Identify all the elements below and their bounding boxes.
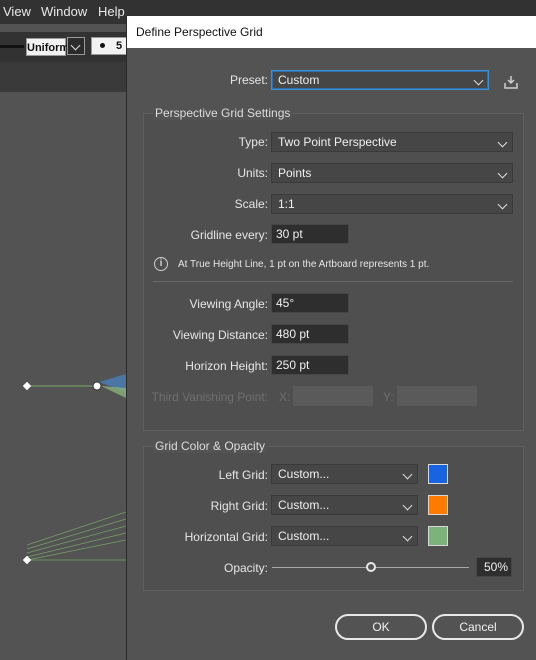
- ground-level-widget: [22, 555, 32, 565]
- left-ground-widget: [22, 381, 32, 391]
- grid-color-opacity-title: Grid Color & Opacity: [153, 439, 268, 453]
- horizontal-grid-color-swatch[interactable]: [428, 526, 448, 546]
- chevron-down-icon: [402, 469, 413, 480]
- preset-label: Preset:: [229, 73, 268, 87]
- brush-size-value: 5: [116, 40, 123, 52]
- third-vp-y-label: Y:: [383, 390, 394, 404]
- right-grid-select[interactable]: Custom...: [271, 495, 418, 515]
- chevron-down-icon: [402, 531, 413, 542]
- perspective-grid-settings-group: [143, 113, 524, 431]
- type-value: Two Point Perspective: [278, 135, 397, 149]
- horizon-height-label: Horizon Height:: [185, 359, 268, 373]
- chevron-down-icon: [497, 168, 508, 179]
- scale-label: Scale:: [234, 197, 268, 211]
- opacity-label: Opacity:: [223, 561, 268, 575]
- chevron-down-icon: [402, 500, 413, 511]
- type-select[interactable]: Two Point Perspective: [271, 132, 513, 152]
- save-preset-icon[interactable]: [503, 74, 519, 90]
- right-grid-value: Custom...: [278, 498, 330, 512]
- preset-value: Custom: [278, 73, 320, 87]
- type-label: Type:: [238, 135, 268, 149]
- stroke-preview: [0, 45, 24, 48]
- third-vp-x-field: [293, 386, 373, 406]
- brush-size-field[interactable]: 5: [91, 37, 131, 55]
- brush-dot-icon: [100, 43, 105, 48]
- horizon-height-field[interactable]: 250 pt: [271, 355, 349, 375]
- gridline-every-label: Gridline every:: [190, 228, 268, 242]
- left-grid-color-swatch[interactable]: [428, 464, 448, 484]
- units-value: Points: [278, 166, 312, 180]
- menu-window[interactable]: Window: [41, 4, 87, 19]
- chevron-down-icon: [497, 137, 508, 148]
- dialog-title: Define Perspective Grid: [136, 25, 263, 39]
- viewing-angle-field[interactable]: 45°: [271, 293, 349, 313]
- chevron-down-icon: [473, 75, 484, 86]
- opacity-slider-thumb[interactable]: [365, 562, 376, 572]
- right-grid-color-swatch[interactable]: [428, 495, 448, 515]
- left-grid-select[interactable]: Custom...: [271, 464, 418, 484]
- viewing-distance-field[interactable]: 480 pt: [271, 324, 349, 344]
- true-height-info-text: At True Height Line, 1 pt on the Artboar…: [178, 259, 430, 270]
- horizontal-grid-plane: [101, 386, 126, 398]
- horizontal-grid-select[interactable]: Custom...: [271, 526, 418, 546]
- ground-grid-lines: [26, 511, 126, 561]
- left-grid-value: Custom...: [278, 467, 330, 481]
- chevron-down-icon: [497, 199, 508, 210]
- opacity-field[interactable]: 50%: [476, 557, 512, 577]
- perspective-grid-canvas: [22, 374, 126, 565]
- cancel-button[interactable]: Cancel: [432, 614, 524, 640]
- scale-value: 1:1: [278, 197, 295, 211]
- scale-select[interactable]: 1:1: [271, 194, 513, 214]
- units-label: Units:: [237, 166, 268, 180]
- vanishing-point-handle: [92, 381, 102, 391]
- third-vp-y-field: [397, 386, 477, 406]
- stroke-profile-dropdown[interactable]: [67, 37, 85, 55]
- ok-button[interactable]: OK: [335, 614, 427, 640]
- right-grid-label: Right Grid:: [210, 499, 268, 513]
- define-perspective-grid-dialog: Define Perspective Grid Preset: Custom P…: [126, 16, 536, 660]
- perspective-grid-settings-title: Perspective Grid Settings: [153, 106, 293, 120]
- gridline-every-field[interactable]: 30 pt: [271, 224, 349, 244]
- settings-divider: [153, 281, 513, 282]
- viewing-distance-label: Viewing Distance:: [172, 328, 268, 342]
- viewing-angle-label: Viewing Angle:: [189, 297, 268, 311]
- horizontal-grid-label: Horizontal Grid:: [184, 530, 268, 544]
- preset-select[interactable]: Custom: [271, 70, 489, 90]
- third-vanishing-point-label: Third Vanishing Point:: [151, 390, 268, 404]
- stroke-profile-select[interactable]: Uniform: [26, 38, 69, 56]
- left-grid-label: Left Grid:: [218, 468, 268, 482]
- dialog-titlebar[interactable]: Define Perspective Grid: [127, 16, 536, 48]
- units-select[interactable]: Points: [271, 163, 513, 183]
- horizontal-grid-value: Custom...: [278, 529, 330, 543]
- menu-help[interactable]: Help: [98, 4, 125, 19]
- third-vp-x-label: X:: [279, 390, 291, 404]
- menu-view[interactable]: View: [3, 4, 31, 19]
- info-icon: i: [154, 257, 168, 271]
